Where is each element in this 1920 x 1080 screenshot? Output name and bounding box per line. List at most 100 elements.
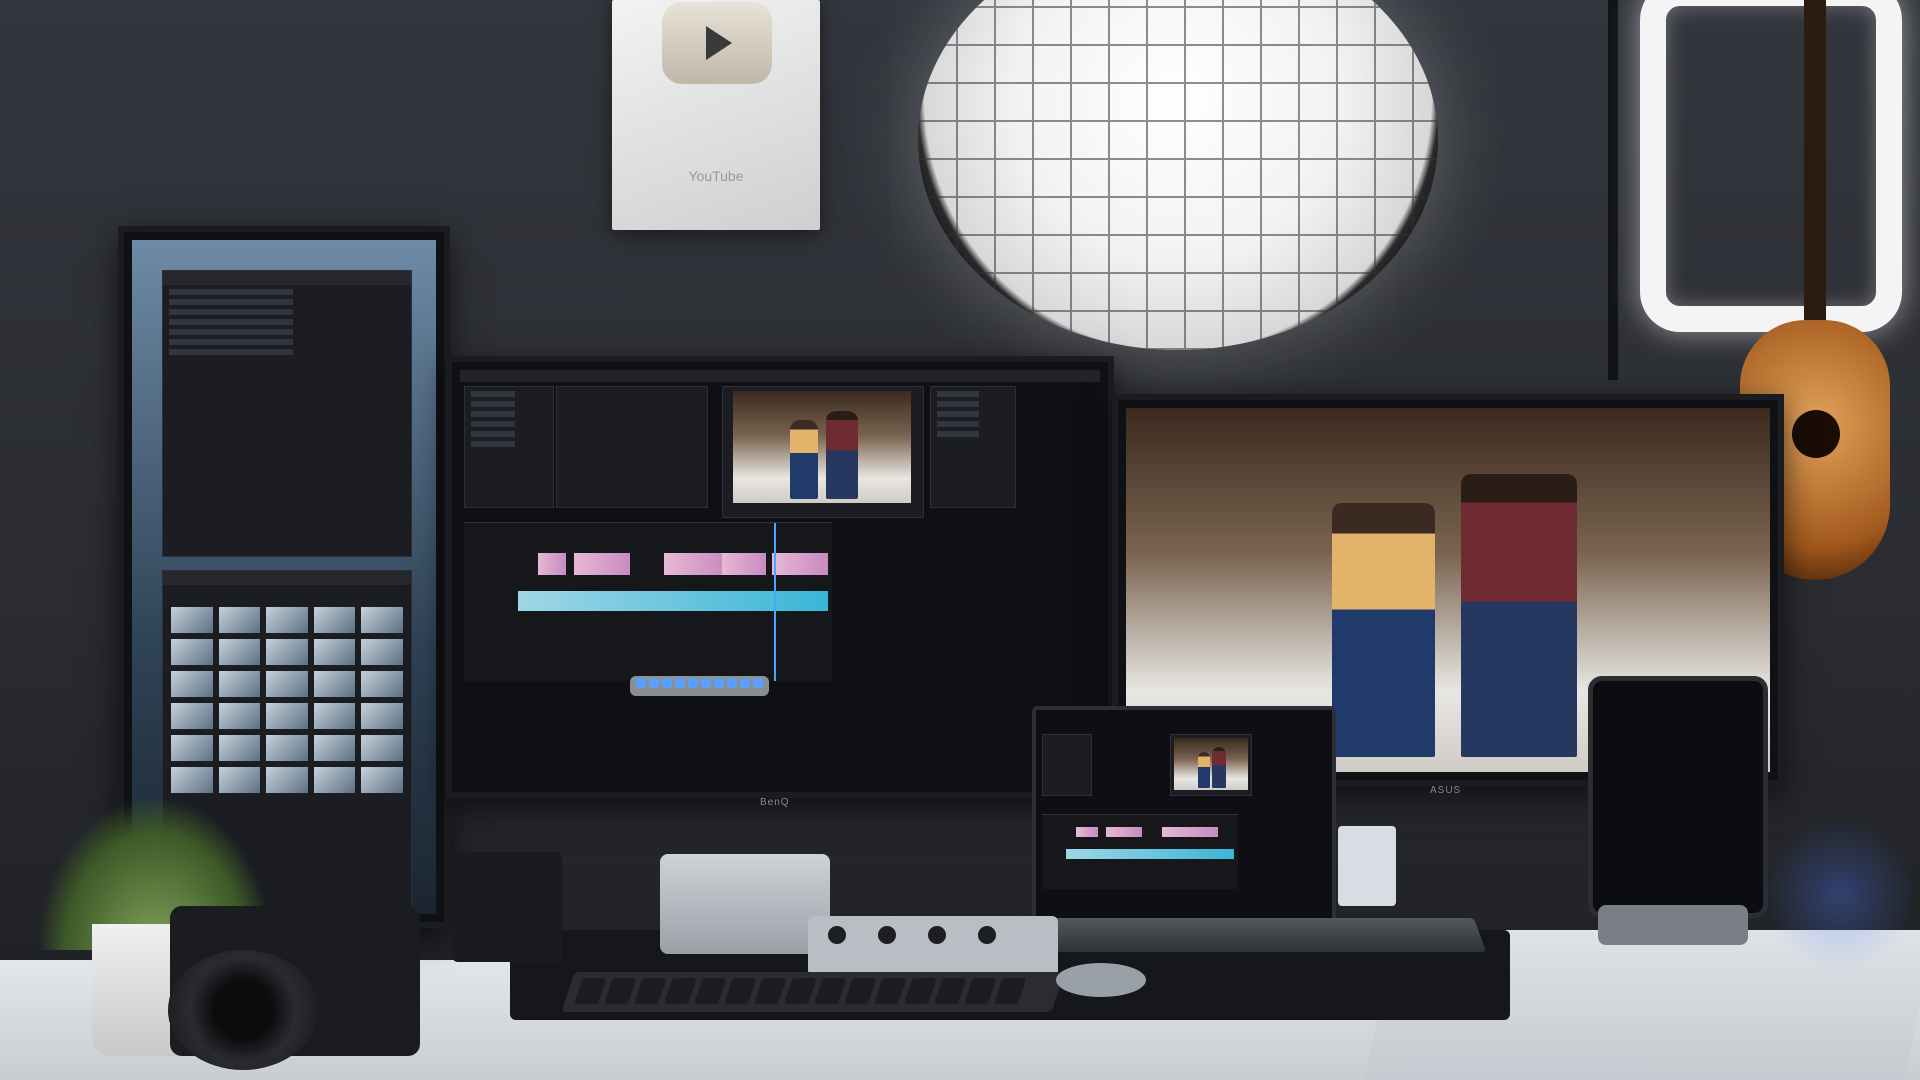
- dock-app-icon[interactable]: [701, 678, 711, 688]
- app-menubar[interactable]: [460, 370, 1100, 382]
- source-panel[interactable]: [556, 386, 708, 508]
- dock-app-icon[interactable]: [727, 678, 737, 688]
- tablet: [1588, 676, 1768, 918]
- program-monitor[interactable]: [722, 386, 924, 518]
- dock-app-icon[interactable]: [740, 678, 750, 688]
- media-thumbnail[interactable]: [218, 639, 261, 665]
- file-browser-titlebar[interactable]: [163, 271, 411, 285]
- preview-woman: [789, 420, 819, 499]
- laptop-audio-track[interactable]: [1066, 849, 1234, 859]
- media-thumbnail[interactable]: [171, 703, 213, 729]
- controller-knob[interactable]: [878, 926, 896, 944]
- preview-man: [1212, 747, 1226, 788]
- media-thumbnail[interactable]: [218, 703, 261, 729]
- media-thumbnail[interactable]: [361, 639, 403, 665]
- timeline-panel[interactable]: [464, 522, 832, 681]
- media-thumbnail[interactable]: [361, 703, 403, 729]
- key[interactable]: [874, 978, 907, 1004]
- audio-track[interactable]: [518, 591, 828, 611]
- key[interactable]: [574, 978, 607, 1004]
- media-thumbnail[interactable]: [171, 735, 213, 761]
- program-preview-frame: [733, 391, 911, 503]
- media-thumbnail[interactable]: [218, 671, 261, 697]
- timeline-playhead[interactable]: [774, 523, 776, 681]
- key[interactable]: [964, 978, 997, 1004]
- laptop-timeline[interactable]: [1042, 814, 1238, 889]
- dock-app-icon[interactable]: [714, 678, 724, 688]
- controller-knob[interactable]: [828, 926, 846, 944]
- media-thumbnail[interactable]: [266, 671, 308, 697]
- key[interactable]: [784, 978, 817, 1004]
- media-thumbnail[interactable]: [266, 767, 308, 793]
- video-clip[interactable]: [574, 553, 630, 575]
- key[interactable]: [934, 978, 967, 1004]
- preview-woman: [1332, 502, 1436, 758]
- lumetri-controls: [931, 391, 1015, 437]
- media-bin-titlebar[interactable]: [163, 571, 411, 585]
- media-thumbnail[interactable]: [313, 735, 356, 761]
- controller-knob[interactable]: [928, 926, 946, 944]
- media-thumbnail[interactable]: [266, 735, 308, 761]
- video-clip[interactable]: [772, 553, 828, 575]
- media-thumbnail[interactable]: [266, 703, 308, 729]
- key[interactable]: [634, 978, 667, 1004]
- media-thumbnail[interactable]: [266, 639, 308, 665]
- media-thumbnail[interactable]: [313, 671, 356, 697]
- effect-controls-panel[interactable]: [464, 386, 554, 508]
- dock-app-icon[interactable]: [753, 678, 763, 688]
- media-thumbnail[interactable]: [361, 671, 403, 697]
- video-clip[interactable]: [1076, 827, 1098, 837]
- laptop-program-monitor[interactable]: [1170, 734, 1252, 796]
- audio-clip[interactable]: [518, 591, 828, 611]
- keyboard[interactable]: [561, 972, 1065, 1012]
- video-clip[interactable]: [538, 553, 566, 575]
- dock-app-icon[interactable]: [662, 678, 672, 688]
- laptop-video-track[interactable]: [1066, 827, 1234, 837]
- key[interactable]: [724, 978, 757, 1004]
- media-thumbnail[interactable]: [313, 607, 356, 633]
- editing-controller[interactable]: [808, 916, 1058, 976]
- media-thumbnail[interactable]: [171, 639, 213, 665]
- video-clip[interactable]: [1162, 827, 1218, 837]
- key[interactable]: [664, 978, 697, 1004]
- desktop-computer: [660, 854, 830, 954]
- media-thumbnail[interactable]: [171, 767, 213, 793]
- key[interactable]: [604, 978, 637, 1004]
- key[interactable]: [844, 978, 877, 1004]
- media-thumbnail[interactable]: [171, 607, 213, 633]
- media-thumbnail[interactable]: [218, 607, 261, 633]
- media-thumbnail[interactable]: [361, 607, 403, 633]
- pen-holder: [452, 852, 562, 962]
- media-thumbnail[interactable]: [218, 735, 261, 761]
- media-thumbnail[interactable]: [361, 735, 403, 761]
- dock-app-icon[interactable]: [649, 678, 659, 688]
- media-thumbnail[interactable]: [313, 639, 356, 665]
- dock-app-icon[interactable]: [688, 678, 698, 688]
- app-dock: [630, 676, 769, 696]
- controller-knob[interactable]: [978, 926, 996, 944]
- video-track[interactable]: [518, 553, 828, 575]
- dock-app-icon[interactable]: [675, 678, 685, 688]
- video-clip[interactable]: [664, 553, 726, 575]
- media-thumbnail[interactable]: [361, 767, 403, 793]
- media-thumbnail[interactable]: [266, 607, 308, 633]
- file-browser-window[interactable]: [162, 270, 412, 557]
- editor-screen[interactable]: [460, 370, 1100, 784]
- media-thumbnail[interactable]: [171, 671, 213, 697]
- media-thumbnail[interactable]: [218, 767, 261, 793]
- key[interactable]: [904, 978, 937, 1004]
- key[interactable]: [694, 978, 727, 1004]
- audio-clip[interactable]: [1066, 849, 1234, 859]
- laptop-screen[interactable]: [1032, 706, 1336, 928]
- mouse[interactable]: [1056, 963, 1146, 997]
- key[interactable]: [994, 978, 1027, 1004]
- key[interactable]: [814, 978, 847, 1004]
- video-clip[interactable]: [1106, 827, 1142, 837]
- laptop-effects-panel[interactable]: [1042, 734, 1092, 796]
- media-thumbnail[interactable]: [313, 767, 356, 793]
- dock-app-icon[interactable]: [636, 678, 646, 688]
- lumetri-panel[interactable]: [930, 386, 1016, 508]
- key[interactable]: [754, 978, 787, 1004]
- media-thumbnail[interactable]: [313, 703, 356, 729]
- video-clip[interactable]: [722, 553, 766, 575]
